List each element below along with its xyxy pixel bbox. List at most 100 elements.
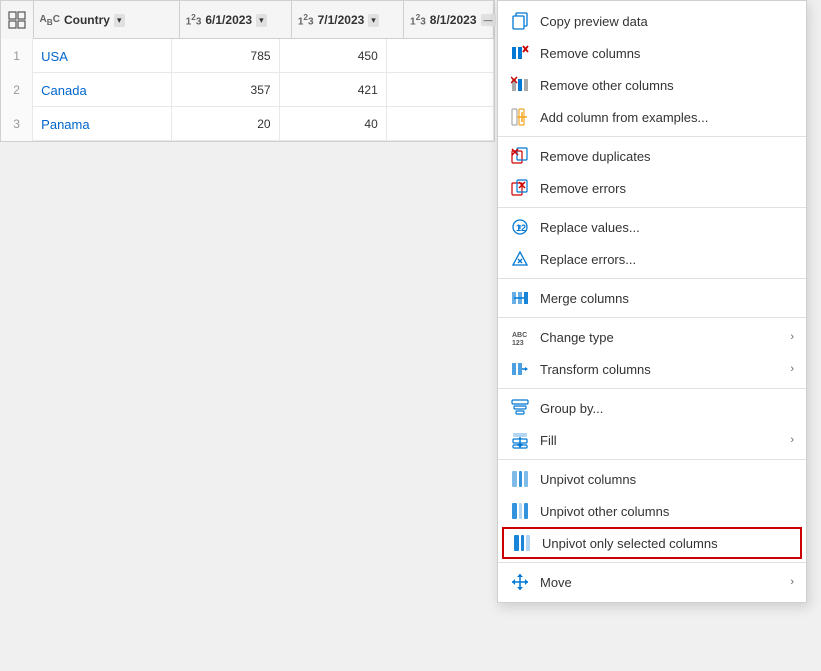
fill-label: Fill [540,433,557,448]
col-header-date2[interactable]: 123 7/1/2023 ▾ [292,1,404,39]
cell-date3-2 [387,73,494,107]
merge-columns-icon [510,288,530,308]
move-icon [510,572,530,592]
add-column-icon [510,107,530,127]
col-header-date1[interactable]: 123 6/1/2023 ▾ [180,1,292,39]
remove-errors-icon [510,178,530,198]
col-label-date3: 8/1/2023 [430,13,477,27]
cell-date1-3: 20 [172,107,279,141]
replace-values-icon: 12 [510,217,530,237]
cell-date2-3: 40 [280,107,387,141]
cell-date3-1 [387,39,494,73]
table-row: 2 Canada 357 421 [1,73,494,107]
col-header-country[interactable]: ABC Country ▾ [34,1,180,39]
cell-date1-2: 357 [172,73,279,107]
col-header-rownum [1,1,34,39]
col-label-date2: 7/1/2023 [318,13,365,27]
transform-columns-label: Transform columns [540,362,651,377]
menu-item-change-type[interactable]: ABC123 Change type › [498,321,806,353]
col-dropdown-country[interactable]: ▾ [114,14,125,27]
menu-item-remove-other-columns[interactable]: Remove other columns [498,69,806,101]
menu-item-transform-columns[interactable]: Transform columns › [498,353,806,385]
copy-preview-label: Copy preview data [540,14,648,29]
group-by-icon [510,398,530,418]
menu-item-add-column[interactable]: Add column from examples... [498,101,806,133]
move-label: Move [540,575,572,590]
replace-errors-icon [510,249,530,269]
change-type-label: Change type [540,330,614,345]
remove-other-columns-label: Remove other columns [540,78,674,93]
merge-columns-label: Merge columns [540,291,629,306]
group-by-label: Group by... [540,401,603,416]
row-num-2: 2 [1,73,33,107]
menu-divider [498,459,806,460]
unpivot-selected-label: Unpivot only selected columns [542,536,718,551]
col-dropdown-date3[interactable]: — [481,14,496,26]
cell-date2-1: 450 [280,39,387,73]
change-type-arrow: › [790,331,794,343]
menu-item-remove-errors[interactable]: Remove errors [498,172,806,204]
type-icon-date2: 123 [298,12,314,27]
cell-date1-1: 785 [172,39,279,73]
col-dropdown-date1[interactable]: ▾ [256,14,267,27]
unpivot-columns-label: Unpivot columns [540,472,636,487]
menu-item-replace-values[interactable]: 12 Replace values... [498,211,806,243]
col-header-date3[interactable]: 123 8/1/2023 — [404,1,494,39]
add-column-label: Add column from examples... [540,110,708,125]
menu-item-copy-preview[interactable]: Copy preview data [498,5,806,37]
replace-errors-label: Replace errors... [540,252,636,267]
table-row: 3 Panama 20 40 [1,107,494,141]
menu-item-group-by[interactable]: Group by... [498,392,806,424]
data-table: ABC Country ▾ 123 6/1/2023 ▾ 123 7/1/202… [0,0,495,142]
menu-divider [498,388,806,389]
menu-divider [498,317,806,318]
remove-duplicates-icon [510,146,530,166]
transform-columns-arrow: › [790,363,794,375]
type-icon-country: ABC [40,14,60,27]
menu-item-merge-columns[interactable]: Merge columns [498,282,806,314]
context-menu: Copy preview data Remove columns Remove ot… [497,0,807,603]
fill-arrow: › [790,434,794,446]
menu-item-remove-duplicates[interactable]: Remove duplicates [498,140,806,172]
type-icon-date3: 123 [410,12,426,27]
menu-item-unpivot-selected[interactable]: Unpivot only selected columns [502,527,802,559]
remove-other-columns-icon [510,75,530,95]
remove-columns-icon [510,43,530,63]
row-num-3: 3 [1,107,33,141]
table-header: ABC Country ▾ 123 6/1/2023 ▾ 123 7/1/202… [1,1,494,39]
cell-date2-2: 421 [280,73,387,107]
table-row: 1 USA 785 450 [1,39,494,73]
menu-item-remove-columns[interactable]: Remove columns [498,37,806,69]
remove-errors-label: Remove errors [540,181,626,196]
menu-divider [498,562,806,563]
cell-country-3: Panama [33,107,172,141]
cell-country-2: Canada [33,73,172,107]
svg-text:ABC: ABC [512,332,527,339]
unpivot-other-columns-label: Unpivot other columns [540,504,669,519]
menu-item-replace-errors[interactable]: Replace errors... [498,243,806,275]
menu-item-unpivot-other-columns[interactable]: Unpivot other columns [498,495,806,527]
col-label-date1: 6/1/2023 [205,13,252,27]
remove-columns-label: Remove columns [540,46,640,61]
menu-item-unpivot-columns[interactable]: Unpivot columns [498,463,806,495]
menu-divider [498,278,806,279]
unpivot-selected-icon [512,533,532,553]
menu-item-fill[interactable]: Fill › [498,424,806,456]
col-label-country: Country [64,13,110,27]
col-dropdown-date2[interactable]: ▾ [368,14,379,27]
unpivot-columns-icon [510,469,530,489]
row-num-1: 1 [1,39,33,73]
transform-columns-icon [510,359,530,379]
menu-item-move[interactable]: Move › [498,566,806,598]
change-type-icon: ABC123 [510,327,530,347]
cell-date3-3 [387,107,494,141]
move-arrow: › [790,576,794,588]
svg-text:123: 123 [512,340,524,346]
svg-text:2: 2 [521,223,526,233]
remove-duplicates-label: Remove duplicates [540,149,651,164]
replace-values-label: Replace values... [540,220,640,235]
menu-divider [498,207,806,208]
copy-preview-icon [510,11,530,31]
fill-icon [510,430,530,450]
menu-divider [498,136,806,137]
